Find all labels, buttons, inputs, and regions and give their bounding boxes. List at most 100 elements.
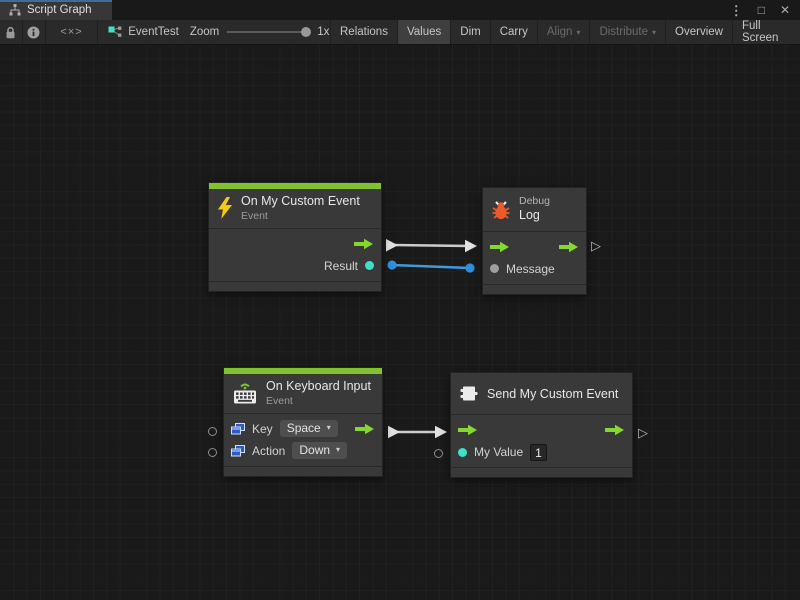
node-debug-log[interactable]: Debug Log Message xyxy=(482,187,587,295)
flow-continue-icon[interactable]: ▷ xyxy=(638,426,648,439)
my-value-input-row: My Value 1 xyxy=(451,441,632,463)
key-outer-port[interactable] xyxy=(208,427,217,436)
exec-row xyxy=(451,419,632,441)
overview-button[interactable]: Overview xyxy=(666,20,733,44)
message-input-port[interactable] xyxy=(490,264,499,273)
code-preview-button[interactable]: <×> xyxy=(46,20,98,44)
node-header[interactable]: Send My Custom Event xyxy=(451,373,632,415)
tab-bar: Script Graph ⋮ □ ✕ xyxy=(0,0,800,20)
result-output-port[interactable] xyxy=(365,261,374,270)
key-value-dropdown[interactable]: Space ▾ xyxy=(280,420,338,437)
exec-output-port-icon[interactable] xyxy=(355,423,375,435)
exec-input-port-icon[interactable] xyxy=(490,241,510,253)
graph-reference[interactable]: EventTest xyxy=(98,20,189,44)
node-on-keyboard-input[interactable]: On Keyboard Input Event Key Space ▾ xyxy=(223,367,383,477)
exec-output-port-icon[interactable] xyxy=(605,424,625,436)
node-body: Result xyxy=(209,229,381,282)
relations-button[interactable]: Relations xyxy=(331,20,398,44)
action-outer-port[interactable] xyxy=(208,448,217,457)
message-port-label: Message xyxy=(506,262,555,276)
tab-script-graph[interactable]: Script Graph xyxy=(0,0,112,20)
bug-icon xyxy=(491,199,511,220)
result-port-label: Result xyxy=(324,259,358,273)
lock-button[interactable] xyxy=(0,20,23,44)
value-connection-result-to-message[interactable] xyxy=(387,260,474,272)
node-footer xyxy=(483,285,586,294)
action-input-row: Action Down ▾ xyxy=(224,440,382,462)
action-port-label: Action xyxy=(252,444,285,458)
exec-row xyxy=(483,236,586,258)
my-value-port-label: My Value xyxy=(474,445,523,459)
exec-output-port-icon[interactable] xyxy=(354,238,374,250)
chevron-down-icon: ▾ xyxy=(576,28,580,37)
node-on-my-custom-event[interactable]: On My Custom Event Event Result xyxy=(208,182,382,292)
node-footer xyxy=(224,467,382,476)
node-header[interactable]: On My Custom Event Event xyxy=(209,189,381,229)
custom-event-icon xyxy=(459,384,479,403)
info-icon xyxy=(27,26,40,39)
info-button[interactable] xyxy=(23,20,46,44)
zoom-control: Zoom 1x xyxy=(189,20,331,44)
node-body: Message xyxy=(483,232,586,285)
my-value-outer-port[interactable] xyxy=(434,449,443,458)
node-footer xyxy=(451,468,632,477)
node-header[interactable]: Debug Log xyxy=(483,188,586,232)
window-menu-icon[interactable]: ⋮ xyxy=(730,4,743,17)
flow-continue-icon[interactable]: ▷ xyxy=(591,239,601,252)
graph-toolbar: <×> EventTest Zoom 1x Relations Values D… xyxy=(0,20,800,45)
node-title: On My Custom Event xyxy=(241,194,360,210)
key-value: Space xyxy=(287,421,321,435)
node-header[interactable]: On Keyboard Input Event xyxy=(224,374,382,414)
zoom-slider-handle[interactable] xyxy=(301,27,311,37)
graph-canvas[interactable]: On My Custom Event Event Result xyxy=(0,45,800,600)
exec-output-row xyxy=(209,233,381,255)
node-body: My Value 1 xyxy=(451,415,632,468)
chevron-down-icon: ▾ xyxy=(652,28,656,37)
connections-layer xyxy=(0,45,800,600)
close-icon[interactable]: ✕ xyxy=(780,4,790,16)
exec-connection-customevent-to-log[interactable] xyxy=(386,239,477,252)
key-input-row: Key Space ▾ xyxy=(224,418,382,440)
keyboard-icon xyxy=(232,380,258,406)
zoom-value: 1x xyxy=(317,26,329,38)
node-title: On Keyboard Input xyxy=(266,379,371,395)
key-port-label: Key xyxy=(252,422,273,436)
script-graph-window: Script Graph ⋮ □ ✕ <×> xyxy=(0,0,800,600)
carry-button[interactable]: Carry xyxy=(491,20,538,44)
node-title: Send My Custom Event xyxy=(487,387,618,401)
result-output-row: Result xyxy=(209,255,381,277)
zoom-slider[interactable] xyxy=(227,31,309,33)
action-value-dropdown[interactable]: Down ▾ xyxy=(292,442,347,459)
node-title: Log xyxy=(519,208,550,224)
graph-icon xyxy=(9,4,21,16)
node-footer xyxy=(209,282,381,291)
fullscreen-button[interactable]: Full Screen xyxy=(733,20,800,44)
window-controls: ⋮ □ ✕ xyxy=(730,0,800,20)
dim-button[interactable]: Dim xyxy=(451,20,490,44)
my-value-field[interactable]: 1 xyxy=(530,444,547,461)
exec-output-port-icon[interactable] xyxy=(559,241,579,253)
message-input-row: Message xyxy=(483,258,586,280)
node-subtitle: Event xyxy=(241,210,360,223)
node-body: Key Space ▾ Action xyxy=(224,414,382,467)
maximize-icon[interactable]: □ xyxy=(758,4,765,16)
align-label: Align xyxy=(547,26,573,38)
enum-type-icon xyxy=(231,445,245,457)
chevron-down-icon: ▾ xyxy=(327,423,331,433)
graph-name-label: EventTest xyxy=(128,26,179,38)
my-value-input-port[interactable] xyxy=(458,448,467,457)
node-category: Debug xyxy=(519,195,550,208)
tab-title: Script Graph xyxy=(27,4,92,16)
zoom-label: Zoom xyxy=(190,26,219,38)
lock-icon xyxy=(5,26,16,39)
distribute-label: Distribute xyxy=(599,26,648,38)
enum-type-icon xyxy=(231,423,245,435)
lightning-bolt-icon xyxy=(217,197,233,219)
align-dropdown[interactable]: Align ▾ xyxy=(538,20,591,44)
distribute-dropdown[interactable]: Distribute ▾ xyxy=(590,20,666,44)
values-button[interactable]: Values xyxy=(398,20,451,44)
graph-asset-icon xyxy=(108,26,122,38)
exec-input-port-icon[interactable] xyxy=(458,424,478,436)
exec-connection-keyboard-to-send[interactable] xyxy=(388,426,447,439)
node-send-my-custom-event[interactable]: Send My Custom Event My Value 1 xyxy=(450,372,633,478)
